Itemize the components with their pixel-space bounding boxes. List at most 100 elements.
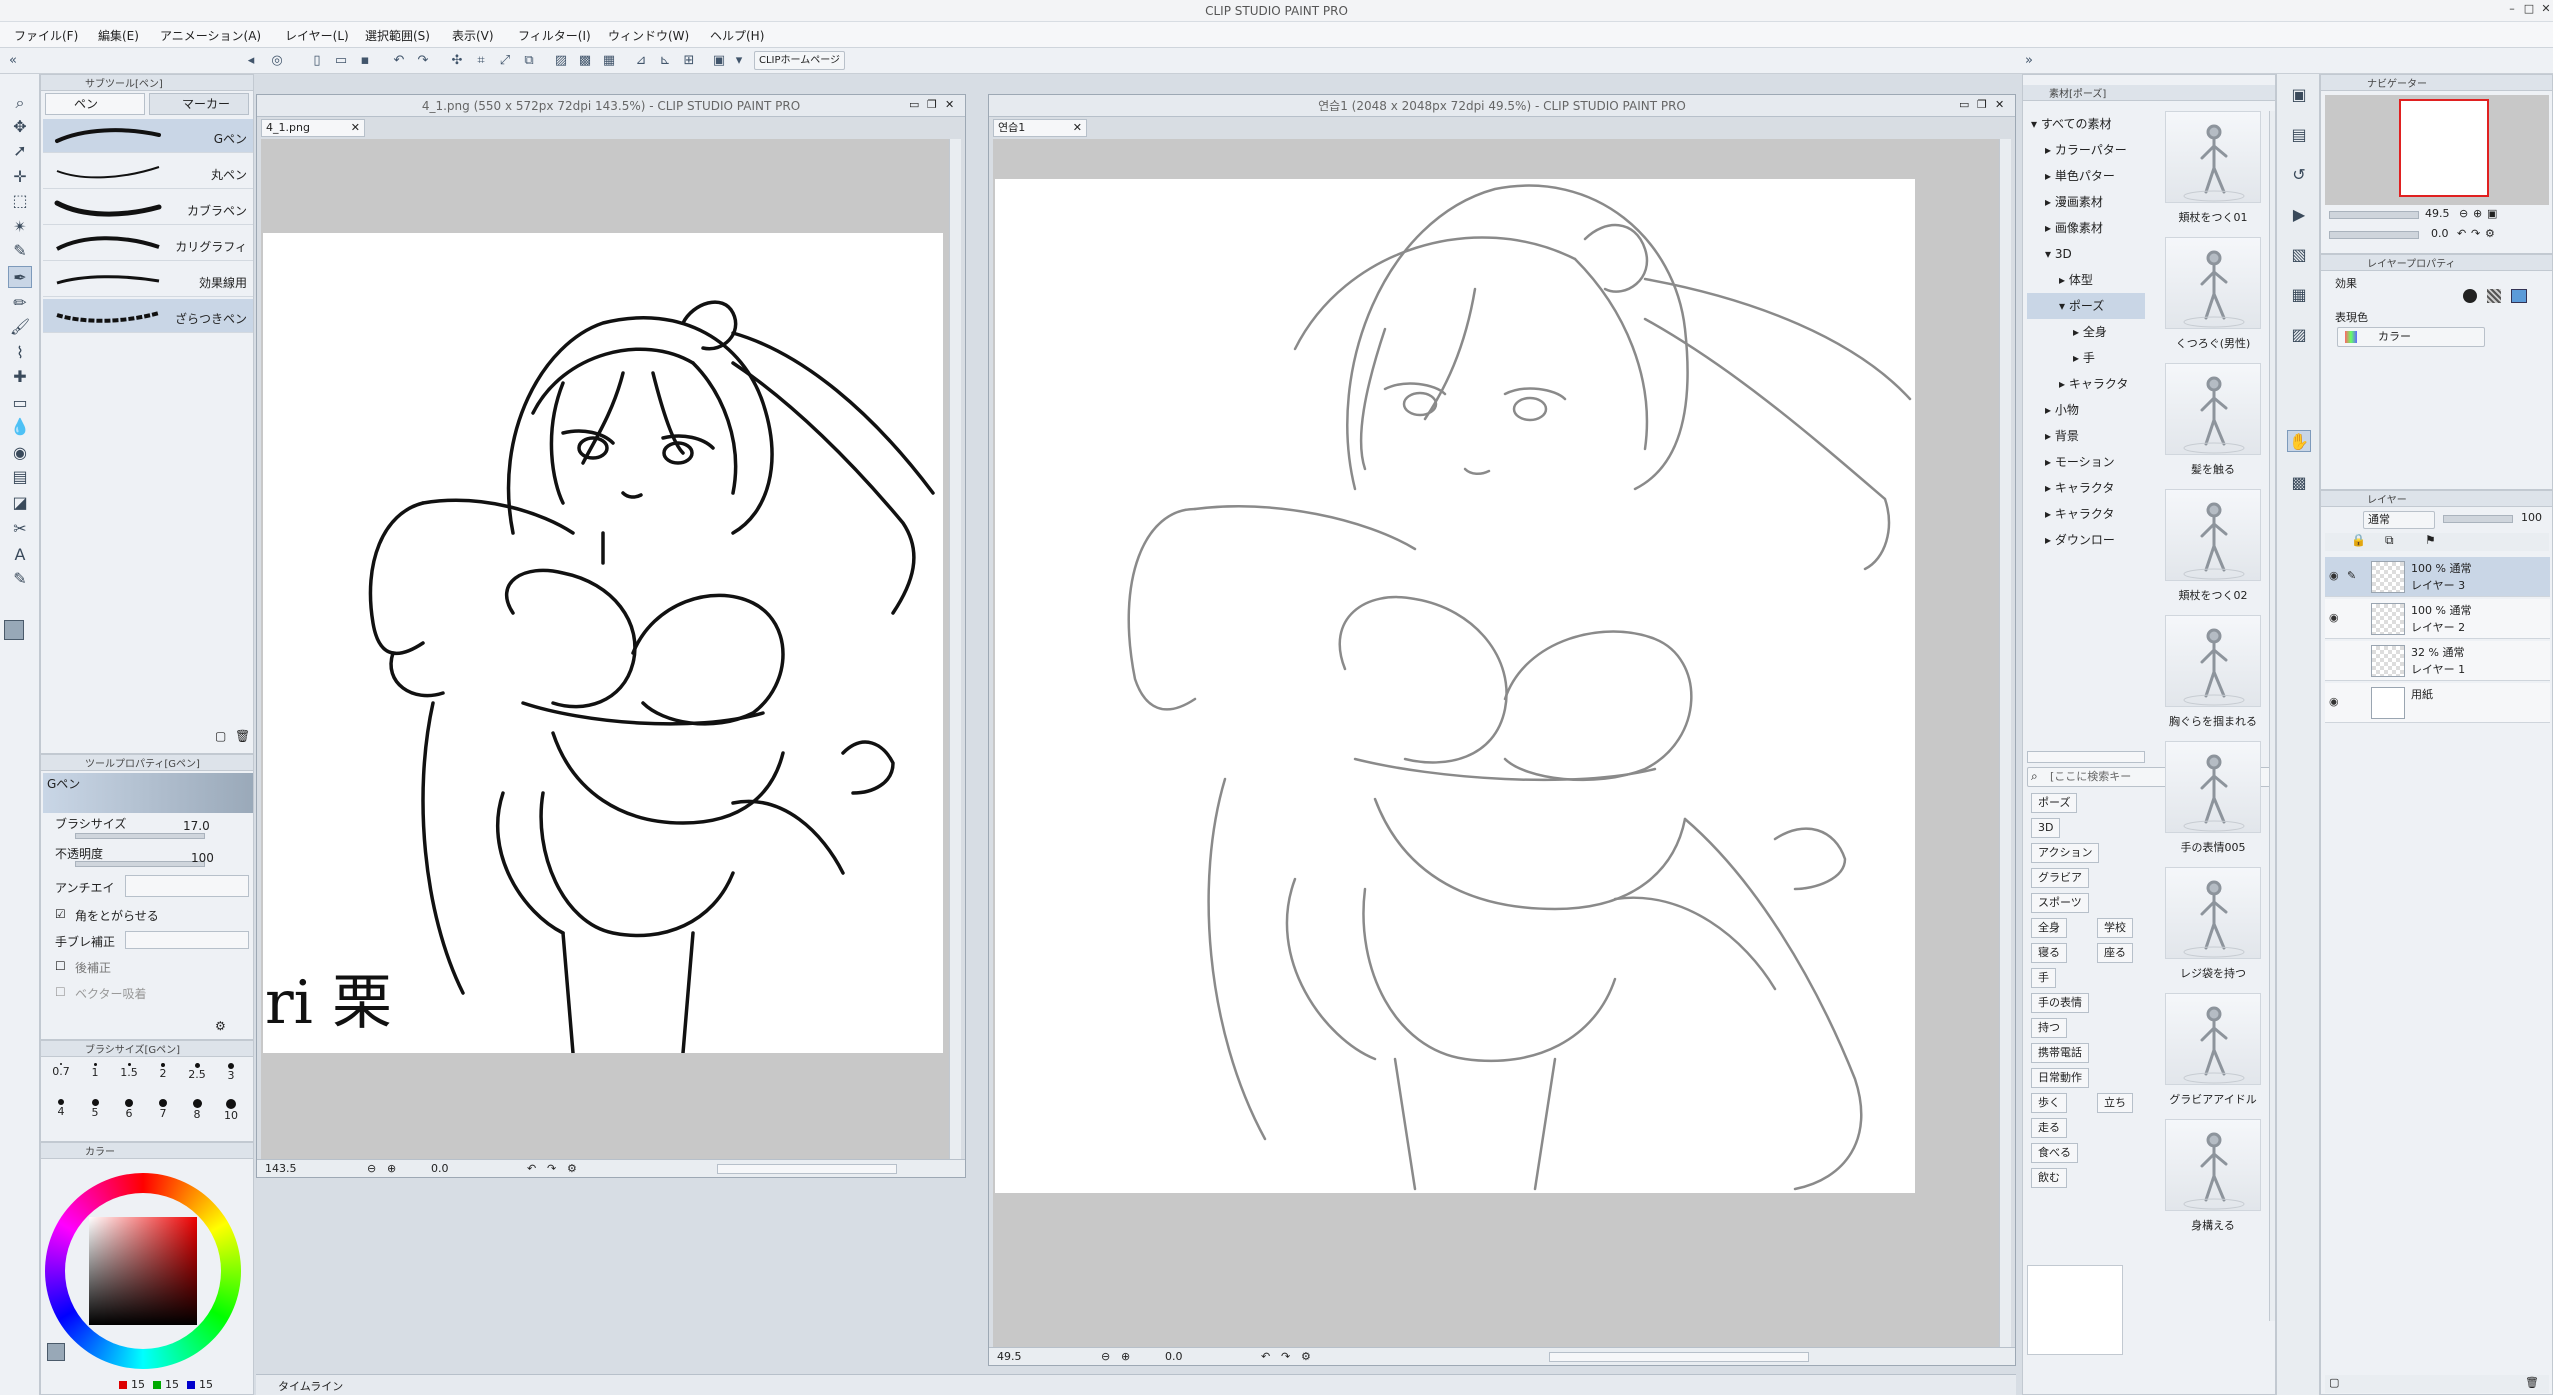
save-icon[interactable]: ▪ [356, 52, 374, 70]
material-tag-button[interactable]: 持つ [2031, 1018, 2067, 1038]
zoom-out-icon[interactable]: ⊖ [1101, 1350, 1110, 1363]
material-tree-item[interactable]: ▸ キャラクタ [2027, 371, 2145, 397]
brush-size-preset[interactable]: 6 [113, 1097, 145, 1131]
minimize-button[interactable]: – [2505, 2, 2519, 16]
navigator-zoom-value[interactable]: 49.5 [2425, 207, 2450, 220]
tree-expand-icon[interactable]: ▸ [2045, 143, 2055, 157]
auto-select-icon[interactable]: ✴ [8, 216, 32, 238]
opacity-value[interactable]: 100 [191, 851, 214, 865]
material-thumbnail[interactable]: 胸ぐらを掴まれる [2159, 615, 2267, 743]
effect-color-icon[interactable] [2511, 289, 2527, 303]
canvas-paper-2[interactable] [995, 179, 1915, 1193]
navigator-zoom-slider[interactable] [2329, 211, 2419, 219]
tree-expand-icon[interactable]: ▸ [2073, 351, 2083, 365]
brush-size-slider[interactable] [75, 833, 205, 839]
material-3d-icon[interactable]: ▩ [2287, 472, 2311, 494]
monitor-icon[interactable]: ▣ [710, 52, 728, 70]
add-subtool-icon[interactable]: ▢ [215, 729, 226, 743]
tab-marker[interactable]: マーカー [149, 93, 249, 115]
brush-size-preset[interactable]: 3 [215, 1061, 247, 1095]
rotate-left-icon[interactable]: ↶ [527, 1162, 536, 1175]
doc2-minimize-icon[interactable]: ▭ [1959, 98, 1969, 111]
tree-expand-icon[interactable]: ▸ [2045, 533, 2055, 547]
figure-icon[interactable]: ◪ [8, 492, 32, 514]
material-tree-item[interactable]: ▸ 単色パター [2027, 163, 2145, 189]
nav-rotate-left-icon[interactable]: ↶ [2457, 227, 2466, 240]
doc1-vertical-scrollbar[interactable] [949, 139, 961, 1159]
material-thumbnail[interactable]: 髪を触る [2159, 363, 2267, 491]
layer-item[interactable]: ◉ 用紙 [2325, 683, 2550, 723]
menu-selection[interactable]: 選択範囲(S) [365, 27, 430, 44]
doc2-tab[interactable]: 연습1 ✕ [993, 119, 1087, 137]
menu-animation[interactable]: アニメーション(A) [160, 27, 261, 44]
snap-grid-icon[interactable]: ⊞ [680, 52, 698, 70]
main-color-swatch[interactable] [4, 620, 24, 640]
undo-icon[interactable]: ↶ [390, 52, 408, 70]
tree-expand-icon[interactable]: ▸ [2059, 377, 2069, 391]
material-tag-button[interactable]: グラビア [2031, 868, 2089, 888]
zoom-out-icon[interactable]: ⊖ [367, 1162, 376, 1175]
material-tree-item[interactable]: ▸ 画像素材 [2027, 215, 2145, 241]
doc2-horizontal-scrollbar[interactable] [1549, 1352, 1809, 1362]
balloon-icon[interactable]: ✎ [8, 568, 32, 590]
layer-opacity-value[interactable]: 100 [2521, 511, 2542, 524]
doc1-zoom-value[interactable]: 143.5 [265, 1162, 297, 1175]
material-tag-button[interactable]: 寝る [2031, 943, 2067, 963]
effect-border-icon[interactable] [2463, 289, 2477, 303]
doc1-restore-icon[interactable]: ❐ [927, 98, 937, 111]
tree-scrollbar[interactable] [2027, 751, 2145, 763]
saturation-value-square[interactable] [89, 1217, 197, 1325]
doc2-close-icon[interactable]: ✕ [1995, 98, 2004, 111]
material-pose-icon[interactable]: ✋ [2287, 430, 2311, 452]
doc2-angle-value[interactable]: 0.0 [1165, 1350, 1183, 1363]
collapse-left-icon[interactable]: « [4, 52, 22, 70]
material-tree-item[interactable]: ▸ キャラクタ [2027, 475, 2145, 501]
material-tree-item[interactable]: ▾ 3D [2027, 241, 2145, 267]
doc1-horizontal-scrollbar[interactable] [717, 1164, 897, 1174]
rotate-left-icon[interactable]: ↶ [1261, 1350, 1270, 1363]
rotate-reset-icon[interactable]: ⚙ [1301, 1350, 1311, 1363]
material-tag-button[interactable]: 学校 [2097, 918, 2133, 938]
fill-tool-icon[interactable]: ◉ [8, 442, 32, 464]
brush-kabura-pen[interactable]: カブラペン [43, 191, 253, 225]
material-tag-button[interactable]: 手の表情 [2031, 993, 2089, 1013]
brush-size-preset[interactable]: 2.5 [181, 1061, 213, 1095]
new-file-icon[interactable]: ▯ [308, 52, 326, 70]
material-tag-button[interactable]: 全身 [2031, 918, 2067, 938]
tab-pen[interactable]: ペン [45, 93, 145, 115]
clear-selection-icon[interactable]: ✣ [448, 52, 466, 70]
current-color-swatch[interactable] [47, 1343, 65, 1361]
material-tree-item[interactable]: ▸ ダウンロー [2027, 527, 2145, 553]
clip-studio-icon[interactable]: ◎ [268, 52, 286, 70]
open-file-icon[interactable]: ▭ [332, 52, 350, 70]
layer-item[interactable]: 32 % 通常 レイヤー 1 [2325, 641, 2550, 681]
tree-expand-icon[interactable]: ▸ [2059, 273, 2069, 287]
brush-size-preset[interactable]: 8 [181, 1097, 213, 1131]
tree-expand-icon[interactable]: ▾ [2045, 247, 2055, 261]
material-tree-item[interactable]: ▸ 背景 [2027, 423, 2145, 449]
material-tag-button[interactable]: 3D [2031, 818, 2061, 838]
antialias-selector[interactable] [125, 875, 249, 897]
zoom-in-icon[interactable]: ⊕ [1121, 1350, 1130, 1363]
redo-icon[interactable]: ↷ [414, 52, 432, 70]
material-tag-button[interactable]: ポーズ [2031, 793, 2078, 813]
zoom-in-icon[interactable]: ⊕ [387, 1162, 396, 1175]
brush-size-preset[interactable]: 2 [147, 1061, 179, 1095]
brush-size-preset[interactable]: 1 [79, 1061, 111, 1095]
menu-window[interactable]: ウィンドウ(W) [608, 27, 689, 44]
display-color-select[interactable]: カラー [2337, 327, 2485, 347]
menu-edit[interactable]: 編集(E) [98, 27, 139, 44]
menu-help[interactable]: ヘルプ(H) [710, 27, 764, 44]
selection-tool-icon[interactable]: ⬚ [8, 190, 32, 212]
layer-item[interactable]: ◉ ✎ 100 % 通常 レイヤー 3 [2325, 557, 2550, 597]
brush-size-preset[interactable]: 5 [79, 1097, 111, 1131]
material-thumbnail[interactable]: 頬杖をつく01 [2159, 111, 2267, 239]
eraser-icon[interactable]: ▭ [8, 392, 32, 414]
tool-settings-icon[interactable]: ⚙ [215, 1019, 226, 1033]
brush-size-preset[interactable]: 1.5 [113, 1061, 145, 1095]
material-tree-item[interactable]: ▸ 全身 [2027, 319, 2145, 345]
operation-tool-icon[interactable]: ➚ [8, 140, 32, 162]
dropdown-icon[interactable]: ▾ [730, 52, 748, 70]
material-tree-item[interactable]: ▾ すべての素材 [2027, 111, 2145, 137]
tree-expand-icon[interactable]: ▾ [2059, 299, 2069, 313]
